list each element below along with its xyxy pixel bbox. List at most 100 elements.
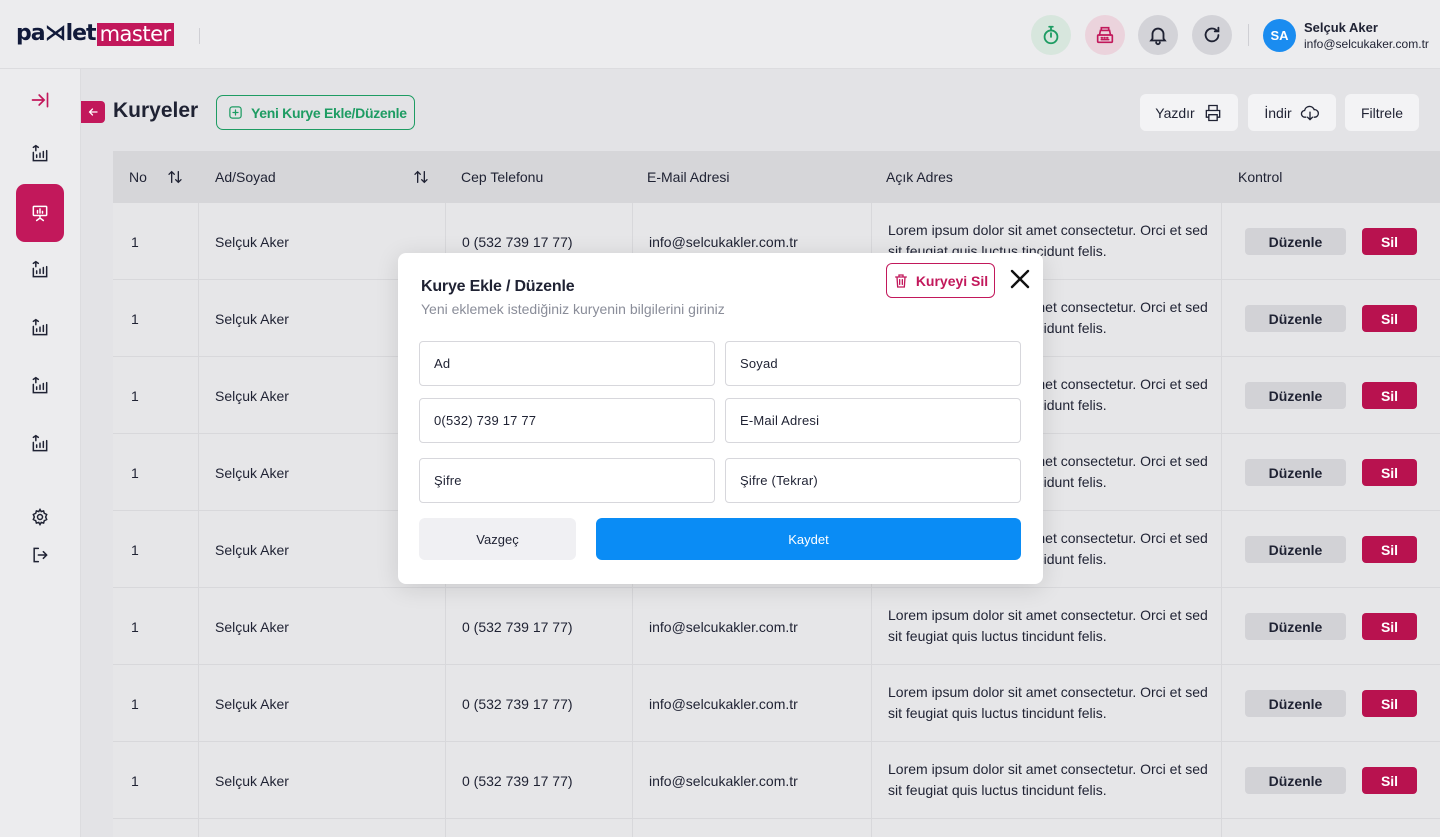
avatar[interactable]: SA: [1263, 19, 1296, 52]
edit-button[interactable]: Düzenle: [1245, 382, 1346, 409]
first-name-field[interactable]: Ad: [419, 341, 715, 386]
cash-register-button[interactable]: [1085, 15, 1125, 55]
printer-icon: [1205, 104, 1221, 121]
cell-email: info@selcukakler.com.tr: [649, 696, 798, 712]
sort-icon[interactable]: [167, 169, 183, 185]
logout-icon: [33, 547, 48, 563]
delete-button[interactable]: Sil: [1362, 228, 1417, 255]
add-courier-label: Yeni Kurye Ekle/Düzenle: [251, 104, 407, 121]
timer-icon: [1043, 25, 1059, 45]
cell-address: Lorem ipsum dolor sit amet consectetur. …: [888, 761, 1208, 798]
phone-field[interactable]: 0(532) 739 17 77: [419, 398, 715, 443]
col-email: E-Mail Adresi: [647, 169, 730, 185]
chart-icon: [32, 144, 48, 162]
cash-register-icon: [1096, 26, 1114, 44]
logo-part1: pa⋊let: [16, 21, 97, 46]
back-button[interactable]: [81, 101, 105, 123]
cell-name: Selçuk Aker: [215, 234, 289, 250]
filter-label: Filtrele: [1360, 104, 1403, 121]
edit-button[interactable]: Düzenle: [1245, 305, 1346, 332]
trash-icon: [894, 273, 907, 288]
presentation-icon: [32, 205, 48, 222]
edit-button[interactable]: Düzenle: [1245, 228, 1346, 255]
cell-name: Selçuk Aker: [215, 773, 289, 789]
modal-title: Kurye Ekle / Düzenle: [421, 278, 575, 295]
logo-part2: master: [96, 22, 174, 46]
email-field[interactable]: E-Mail Adresi: [725, 398, 1021, 443]
cell-name: Selçuk Aker: [215, 311, 289, 327]
cell-no: 1: [131, 696, 139, 712]
col-name: Ad/Soyad: [215, 169, 276, 185]
edit-button[interactable]: Düzenle: [1245, 536, 1346, 563]
save-button[interactable]: Kaydet: [596, 518, 1021, 560]
delete-button[interactable]: Sil: [1362, 613, 1417, 640]
modal-subtitle: Yeni eklemek istediğiniz kuryenin bilgil…: [421, 301, 725, 317]
chart-icon: [32, 434, 48, 452]
delete-courier-button[interactable]: Kuryeyi Sil: [886, 263, 995, 298]
sort-icon[interactable]: [413, 169, 429, 185]
app-logo[interactable]: pa⋊let master: [16, 22, 174, 46]
last-name-field[interactable]: Soyad: [725, 341, 1021, 386]
sidebar-item-reports-5[interactable]: [16, 420, 64, 468]
cloud-download-icon: [1300, 105, 1319, 121]
cell-no: 1: [131, 619, 139, 635]
chart-icon: [32, 376, 48, 394]
print-button[interactable]: Yazdır: [1140, 94, 1238, 131]
sidebar-item-reports-4[interactable]: [16, 362, 64, 410]
notifications-button[interactable]: [1138, 15, 1178, 55]
edit-button[interactable]: Düzenle: [1245, 690, 1346, 717]
refresh-button[interactable]: [1192, 15, 1232, 55]
col-address: Açık Adres: [886, 169, 953, 185]
cell-name: Selçuk Aker: [215, 388, 289, 404]
timer-button[interactable]: [1031, 15, 1071, 55]
table-row: 1 Selçuk Aker 0 (532 739 17 77) info@selcuk…: [113, 742, 1440, 819]
edit-button[interactable]: Düzenle: [1245, 767, 1346, 794]
cell-no: 1: [131, 234, 139, 250]
delete-button[interactable]: Sil: [1362, 305, 1417, 332]
user-email: info@selcukaker.com.tr: [1304, 37, 1429, 51]
header-divider: [199, 28, 200, 44]
collapse-icon: [31, 92, 49, 108]
download-button[interactable]: İndir: [1248, 94, 1336, 131]
gear-icon: [32, 508, 48, 526]
cancel-button[interactable]: Vazgeç: [419, 518, 576, 560]
page-title: Kuryeler: [113, 99, 199, 122]
delete-button[interactable]: Sil: [1362, 382, 1417, 409]
arrow-left-icon: [88, 108, 98, 116]
col-control: Kontrol: [1238, 169, 1283, 185]
filter-button[interactable]: Filtrele: [1345, 94, 1419, 131]
table-row: 1 Selçuk Aker 0 (532 739 17 77) info@selcuk…: [113, 588, 1440, 665]
sidebar-item-couriers[interactable]: [16, 184, 64, 242]
delete-button[interactable]: Sil: [1362, 459, 1417, 486]
cell-email: info@selcukakler.com.tr: [649, 619, 798, 635]
table-header: No Ad/Soyad Cep Telefonu E-Mail Adresi A…: [113, 151, 1440, 203]
cell-phone: 0 (532 739 17 77): [462, 696, 573, 712]
edit-button[interactable]: Düzenle: [1245, 613, 1346, 640]
sidebar-item-reports-1[interactable]: [16, 130, 64, 178]
cell-name: Selçuk Aker: [215, 542, 289, 558]
sidebar-item-logout[interactable]: [16, 531, 64, 579]
cell-phone: 0 (532 739 17 77): [462, 234, 573, 250]
delete-courier-label: Kuryeyi Sil: [915, 272, 989, 289]
sidebar-item-reports-2[interactable]: [16, 246, 64, 294]
cell-name: Selçuk Aker: [215, 619, 289, 635]
delete-button[interactable]: Sil: [1362, 536, 1417, 563]
cell-email: info@selcukakler.com.tr: [649, 234, 798, 250]
col-no: No: [129, 169, 147, 185]
chart-icon: [32, 318, 48, 336]
password-field[interactable]: Şifre: [419, 458, 715, 503]
cell-phone: 0 (532 739 17 77): [462, 773, 573, 789]
table-row: 1 Selçuk Aker 0 (532 739 17 77) info@selcuk…: [113, 665, 1440, 742]
sidebar: [0, 69, 81, 837]
sidebar-item-reports-3[interactable]: [16, 304, 64, 352]
password-repeat-field[interactable]: Şifre (Tekrar): [725, 458, 1021, 503]
sidebar-collapse[interactable]: [16, 76, 64, 124]
cell-no: 1: [131, 388, 139, 404]
delete-button[interactable]: Sil: [1362, 690, 1417, 717]
edit-button[interactable]: Düzenle: [1245, 459, 1346, 486]
delete-button[interactable]: Sil: [1362, 767, 1417, 794]
cell-address: Lorem ipsum dolor sit amet consectetur. …: [888, 684, 1208, 721]
close-icon[interactable]: [1008, 267, 1032, 291]
add-courier-button[interactable]: Yeni Kurye Ekle/Düzenle: [216, 95, 415, 130]
cell-address: Lorem ipsum dolor sit amet consectetur. …: [888, 607, 1208, 644]
